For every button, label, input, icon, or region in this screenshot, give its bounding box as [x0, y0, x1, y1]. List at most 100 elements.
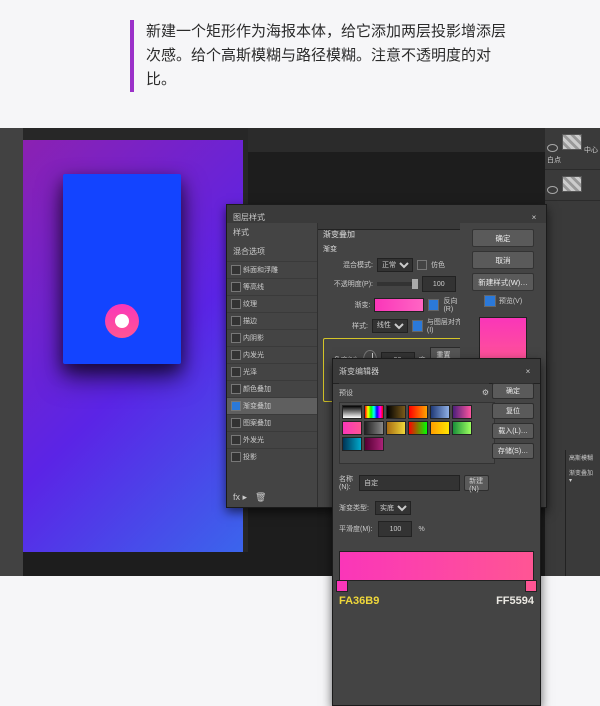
- effect-bevel[interactable]: 斜面和浮雕: [227, 261, 317, 278]
- effects-list: 样式 混合选项 斜面和浮雕 等高线 纹理 描边 内阴影 内发光 光泽 颜色叠加 …: [227, 223, 318, 507]
- effects-heading-styles: 样式: [227, 223, 317, 242]
- name-input[interactable]: [359, 475, 460, 491]
- preset-swatch[interactable]: [408, 421, 428, 435]
- cancel-button[interactable]: 取消: [472, 251, 534, 269]
- gradient-stop-right[interactable]: [525, 580, 537, 592]
- gradient-circle[interactable]: [105, 304, 139, 338]
- effect-label: 内阴影: [243, 335, 264, 342]
- preset-swatch[interactable]: [452, 421, 472, 435]
- gradient-editor-dialog: 渐变编辑器 × 确定 复位 载入(L)… 存储(S)… 预设 ⚙ 名称(N): …: [332, 358, 541, 706]
- type-select[interactable]: 实底: [375, 501, 411, 515]
- checkbox-icon[interactable]: [231, 435, 241, 445]
- preset-grid: [339, 402, 495, 464]
- name-label: 名称(N):: [339, 474, 355, 491]
- gradient-preview[interactable]: [374, 298, 423, 312]
- preset-swatch[interactable]: [430, 405, 450, 419]
- preset-swatch[interactable]: [342, 405, 362, 419]
- cancel-button[interactable]: 复位: [492, 403, 534, 419]
- effect-label: 光泽: [243, 369, 257, 376]
- layer-thumbnail[interactable]: [562, 134, 582, 150]
- checkbox-icon[interactable]: [231, 367, 241, 377]
- effect-inner-shadow[interactable]: 内阴影: [227, 329, 317, 346]
- effect-drop-shadow[interactable]: 投影: [227, 448, 317, 465]
- effect-contour[interactable]: 等高线: [227, 278, 317, 295]
- mini-grad-overlay[interactable]: 渐变叠加 ▾: [569, 468, 597, 484]
- dialog-title: 图层样式: [233, 212, 265, 223]
- effect-label: 描边: [243, 318, 257, 325]
- style-select[interactable]: 线性: [372, 319, 408, 333]
- reverse-checkbox[interactable]: [428, 299, 440, 311]
- effect-label: 外发光: [243, 437, 264, 444]
- save-button[interactable]: 存储(S)…: [492, 443, 534, 459]
- checkbox-icon[interactable]: [231, 350, 241, 360]
- checkbox-icon[interactable]: [231, 265, 241, 275]
- dither-checkbox[interactable]: [417, 260, 427, 270]
- checkbox-icon[interactable]: [231, 316, 241, 326]
- layer-thumbnail[interactable]: [562, 176, 582, 192]
- effect-label: 内发光: [243, 352, 264, 359]
- mini-gauss[interactable]: 高斯模糊: [569, 453, 597, 462]
- effect-inner-glow[interactable]: 内发光: [227, 346, 317, 363]
- new-style-button[interactable]: 新建样式(W)…: [472, 273, 534, 291]
- subsection-title: 渐变: [323, 244, 466, 254]
- slider-knob-icon[interactable]: [412, 279, 418, 289]
- preset-swatch[interactable]: [342, 421, 362, 435]
- effect-pattern-overlay[interactable]: 图案叠加: [227, 414, 317, 431]
- preset-swatch[interactable]: [386, 405, 406, 419]
- circle-inner-dot: [115, 314, 129, 328]
- poster-rectangle[interactable]: [63, 174, 181, 364]
- effect-outer-glow[interactable]: 外发光: [227, 431, 317, 448]
- preset-swatch[interactable]: [364, 405, 384, 419]
- opacity-slider[interactable]: [377, 282, 418, 286]
- align-checkbox[interactable]: [412, 320, 423, 332]
- new-button[interactable]: 新建(N): [464, 475, 489, 491]
- eye-icon[interactable]: [547, 186, 558, 194]
- effect-label: 等高线: [243, 284, 264, 291]
- effect-satin[interactable]: 光泽: [227, 363, 317, 380]
- blend-mode-select[interactable]: 正常: [377, 258, 413, 272]
- preset-swatch[interactable]: [408, 405, 428, 419]
- close-icon[interactable]: ×: [528, 212, 540, 222]
- dither-label: 仿色: [431, 260, 445, 270]
- preview-checkbox[interactable]: [484, 295, 496, 307]
- fx-icon[interactable]: fx ▸: [233, 492, 247, 503]
- effect-label: 图案叠加: [243, 420, 271, 427]
- preset-swatch[interactable]: [430, 421, 450, 435]
- checkbox-icon[interactable]: [231, 282, 241, 292]
- checkbox-icon[interactable]: [231, 418, 241, 428]
- tool-palette[interactable]: [0, 128, 23, 576]
- left-stop-hex: FA36B9: [339, 595, 379, 607]
- effect-color-overlay[interactable]: 颜色叠加: [227, 380, 317, 397]
- preset-swatch[interactable]: [342, 437, 362, 451]
- effect-stroke[interactable]: 描边: [227, 312, 317, 329]
- checkbox-icon[interactable]: [231, 401, 241, 411]
- effects-heading-blend[interactable]: 混合选项: [227, 242, 317, 261]
- checkbox-icon[interactable]: [231, 452, 241, 462]
- preset-swatch[interactable]: [386, 421, 406, 435]
- gear-icon[interactable]: ⚙: [482, 388, 489, 398]
- right-stop-hex: FF5594: [496, 595, 534, 607]
- gradient-bar[interactable]: [339, 551, 534, 581]
- effect-gradient-overlay[interactable]: 渐变叠加: [227, 397, 317, 414]
- opacity-input[interactable]: [422, 276, 456, 292]
- preset-swatch[interactable]: [364, 421, 384, 435]
- checkbox-icon[interactable]: [231, 333, 241, 343]
- photoshop-window: 中心白点 图层样式 × 样式 混合选项 斜面和浮雕 等高线 纹理 描边 内阴影 …: [0, 128, 600, 576]
- ok-button[interactable]: 确定: [472, 229, 534, 247]
- preset-swatch[interactable]: [452, 405, 472, 419]
- preset-swatch[interactable]: [364, 437, 384, 451]
- eye-icon[interactable]: [547, 144, 558, 152]
- checkbox-icon[interactable]: [231, 384, 241, 394]
- ok-button[interactable]: 确定: [492, 383, 534, 399]
- close-icon[interactable]: ×: [522, 366, 534, 376]
- trash-icon[interactable]: 🗑: [255, 492, 266, 503]
- load-button[interactable]: 载入(L)…: [492, 423, 534, 439]
- smoothness-input[interactable]: [378, 521, 412, 537]
- effect-texture[interactable]: 纹理: [227, 295, 317, 312]
- gradient-stop-left[interactable]: [336, 580, 348, 592]
- checkbox-icon[interactable]: [231, 299, 241, 309]
- canvas-area[interactable]: [23, 128, 248, 552]
- effects-mini-panel[interactable]: 高斯模糊 渐变叠加 ▾: [565, 450, 600, 576]
- style-label: 样式:: [323, 321, 368, 331]
- blend-mode-label: 混合模式:: [323, 260, 373, 270]
